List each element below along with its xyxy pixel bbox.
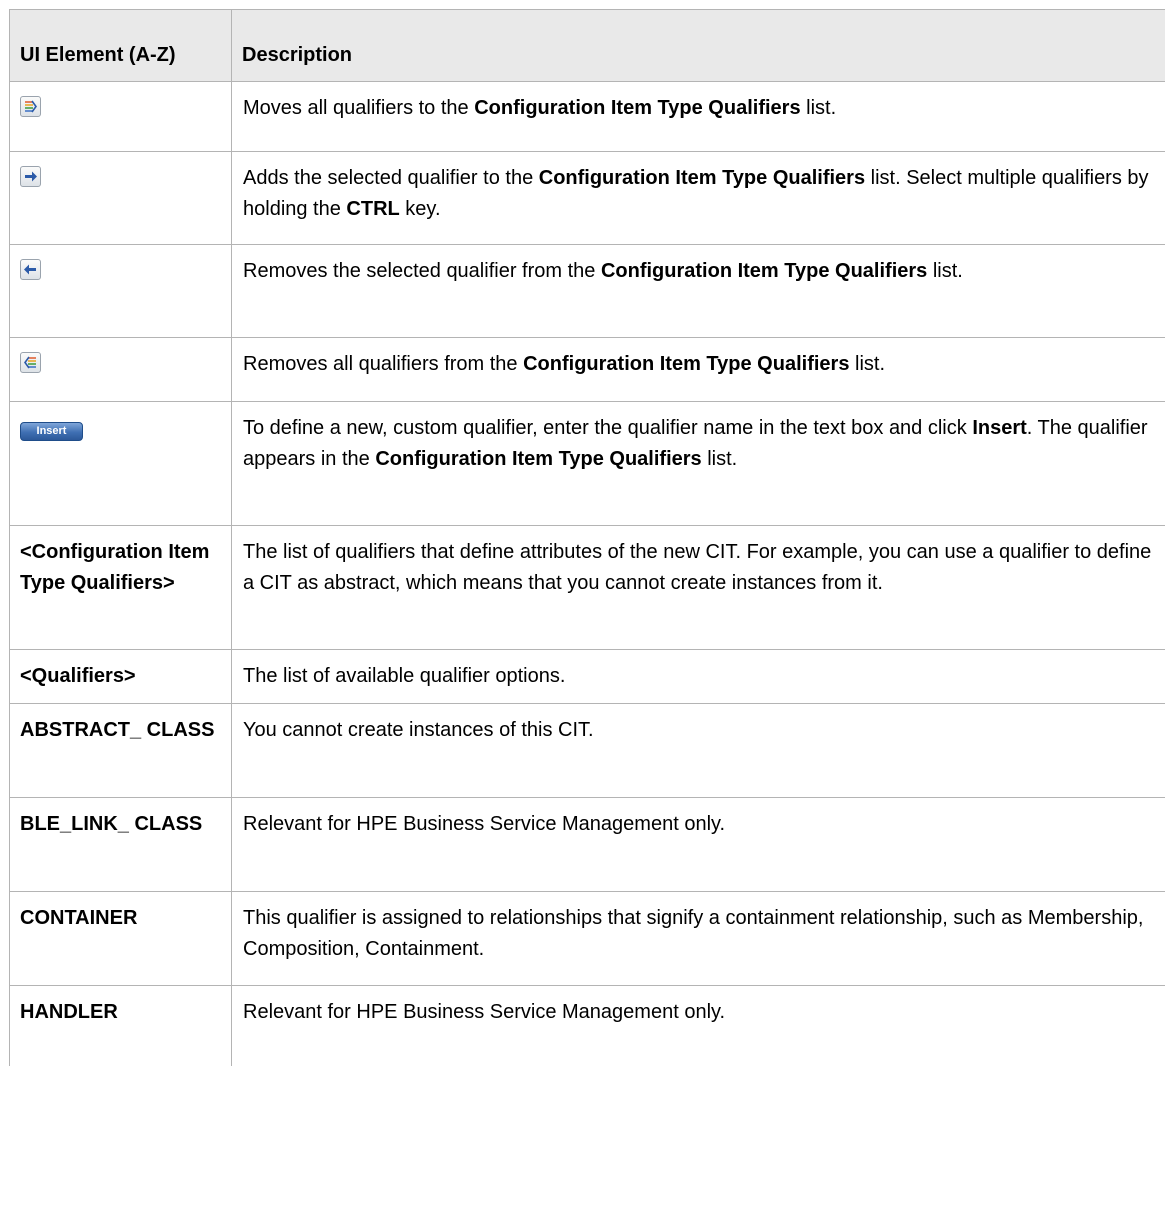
table-row: Adds the selected qualifier to the Confi… bbox=[9, 151, 1165, 245]
ui-elements-table: UI Element (A-Z) Description Moves all q… bbox=[9, 9, 1165, 1066]
ui-element-cell bbox=[9, 337, 232, 402]
table-row: Moves all qualifiers to the Configuratio… bbox=[9, 81, 1165, 152]
description-cell: This qualifier is assigned to relationsh… bbox=[231, 891, 1165, 986]
description-cell: The list of available qualifier options. bbox=[231, 649, 1165, 704]
description-cell: Relevant for HPE Business Service Manage… bbox=[231, 985, 1165, 1066]
table-row: HANDLER Relevant for HPE Business Servic… bbox=[9, 985, 1165, 1066]
move-all-right-icon[interactable] bbox=[20, 96, 41, 117]
table-header-row: UI Element (A-Z) Description bbox=[9, 9, 1165, 82]
table-row: ABSTRACT_ CLASS You cannot create instan… bbox=[9, 703, 1165, 798]
ui-element-name: BLE_LINK_ CLASS bbox=[9, 797, 232, 892]
table-row: BLE_LINK_ CLASS Relevant for HPE Busines… bbox=[9, 797, 1165, 892]
table-row: Insert To define a new, custom qualifier… bbox=[9, 401, 1165, 526]
column-header-description: Description bbox=[231, 9, 1165, 82]
ui-element-cell bbox=[9, 244, 232, 338]
column-header-ui-element: UI Element (A-Z) bbox=[9, 9, 232, 82]
description-cell: Removes all qualifiers from the Configur… bbox=[231, 337, 1165, 402]
table-row: <Configuration Item Type Qualifiers> The… bbox=[9, 525, 1165, 650]
move-right-icon[interactable] bbox=[20, 166, 41, 187]
table-row: Removes the selected qualifier from the … bbox=[9, 244, 1165, 338]
move-left-icon[interactable] bbox=[20, 259, 41, 280]
table-row: <Qualifiers> The list of available quali… bbox=[9, 649, 1165, 704]
ui-element-name: CONTAINER bbox=[9, 891, 232, 986]
table-row: Removes all qualifiers from the Configur… bbox=[9, 337, 1165, 402]
description-cell: Adds the selected qualifier to the Confi… bbox=[231, 151, 1165, 245]
insert-button[interactable]: Insert bbox=[20, 422, 83, 441]
description-cell: Moves all qualifiers to the Configuratio… bbox=[231, 81, 1165, 152]
ui-element-name: <Configuration Item Type Qualifiers> bbox=[9, 525, 232, 650]
table-row: CONTAINER This qualifier is assigned to … bbox=[9, 891, 1165, 986]
ui-element-cell: Insert bbox=[9, 401, 232, 526]
ui-element-name: HANDLER bbox=[9, 985, 232, 1066]
ui-element-cell bbox=[9, 151, 232, 245]
description-cell: Relevant for HPE Business Service Manage… bbox=[231, 797, 1165, 892]
description-cell: You cannot create instances of this CIT. bbox=[231, 703, 1165, 798]
ui-element-cell bbox=[9, 81, 232, 152]
move-all-left-icon[interactable] bbox=[20, 352, 41, 373]
description-cell: Removes the selected qualifier from the … bbox=[231, 244, 1165, 338]
description-cell: To define a new, custom qualifier, enter… bbox=[231, 401, 1165, 526]
description-cell: The list of qualifiers that define attri… bbox=[231, 525, 1165, 650]
ui-element-name: ABSTRACT_ CLASS bbox=[9, 703, 232, 798]
ui-element-name: <Qualifiers> bbox=[9, 649, 232, 704]
